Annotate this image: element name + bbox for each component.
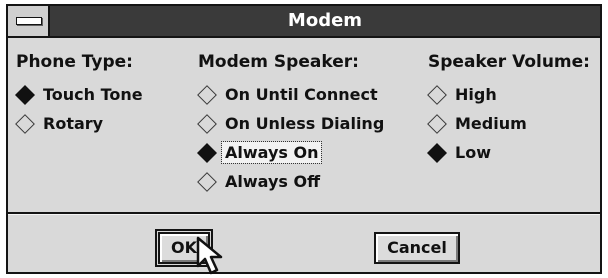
speaker-volume-heading: Speaker Volume:	[428, 52, 590, 72]
button-divider	[8, 212, 600, 215]
radio-unselected-icon	[197, 113, 217, 134]
radio-unselected-icon	[197, 84, 217, 105]
radio-rotary[interactable]: Rotary	[15, 109, 146, 138]
cancel-button[interactable]: Cancel	[374, 232, 460, 264]
title-bar: Modem	[8, 6, 600, 38]
radio-unselected-icon	[427, 84, 447, 105]
radio-label: Medium	[455, 114, 527, 133]
radio-selected-icon	[427, 142, 447, 163]
radio-label: Always Off	[225, 172, 321, 191]
radio-label: High	[455, 85, 497, 104]
radio-high[interactable]: High	[427, 80, 590, 109]
radio-always-off[interactable]: Always Off	[197, 167, 387, 196]
speaker-volume-group: Speaker Volume: High Medium Low	[427, 50, 590, 167]
modem-dialog: Modem Phone Type: Touch Tone Rotary Mode…	[6, 4, 602, 274]
radio-on-unless-dialing[interactable]: On Unless Dialing	[197, 109, 387, 138]
window-title: Modem	[287, 10, 363, 31]
radio-selected-icon	[197, 142, 217, 163]
radio-label: Rotary	[43, 114, 104, 133]
radio-unselected-icon	[197, 171, 217, 192]
radio-low[interactable]: Low	[427, 138, 590, 167]
system-menu-bar	[16, 17, 42, 25]
radio-unselected-icon	[427, 113, 447, 134]
modem-speaker-heading: Modem Speaker:	[198, 52, 359, 72]
radio-label: Always On	[220, 141, 323, 164]
modem-speaker-group: Modem Speaker: On Until Connect On Unles…	[197, 50, 387, 196]
phone-type-heading: Phone Type:	[16, 52, 133, 72]
radio-unselected-icon	[15, 113, 35, 134]
mouse-pointer-icon	[196, 236, 223, 275]
radio-on-until-connect[interactable]: On Until Connect	[197, 80, 387, 109]
radio-label: Low	[455, 143, 491, 162]
radio-label: Touch Tone	[43, 85, 143, 104]
phone-type-group: Phone Type: Touch Tone Rotary	[15, 50, 146, 138]
system-menu-icon[interactable]	[8, 6, 50, 36]
radio-label: On Until Connect	[225, 85, 378, 104]
radio-label: On Unless Dialing	[225, 114, 385, 133]
radio-medium[interactable]: Medium	[427, 109, 590, 138]
radio-always-on[interactable]: Always On	[197, 138, 387, 167]
radio-touch-tone[interactable]: Touch Tone	[15, 80, 146, 109]
radio-selected-icon	[15, 84, 35, 105]
